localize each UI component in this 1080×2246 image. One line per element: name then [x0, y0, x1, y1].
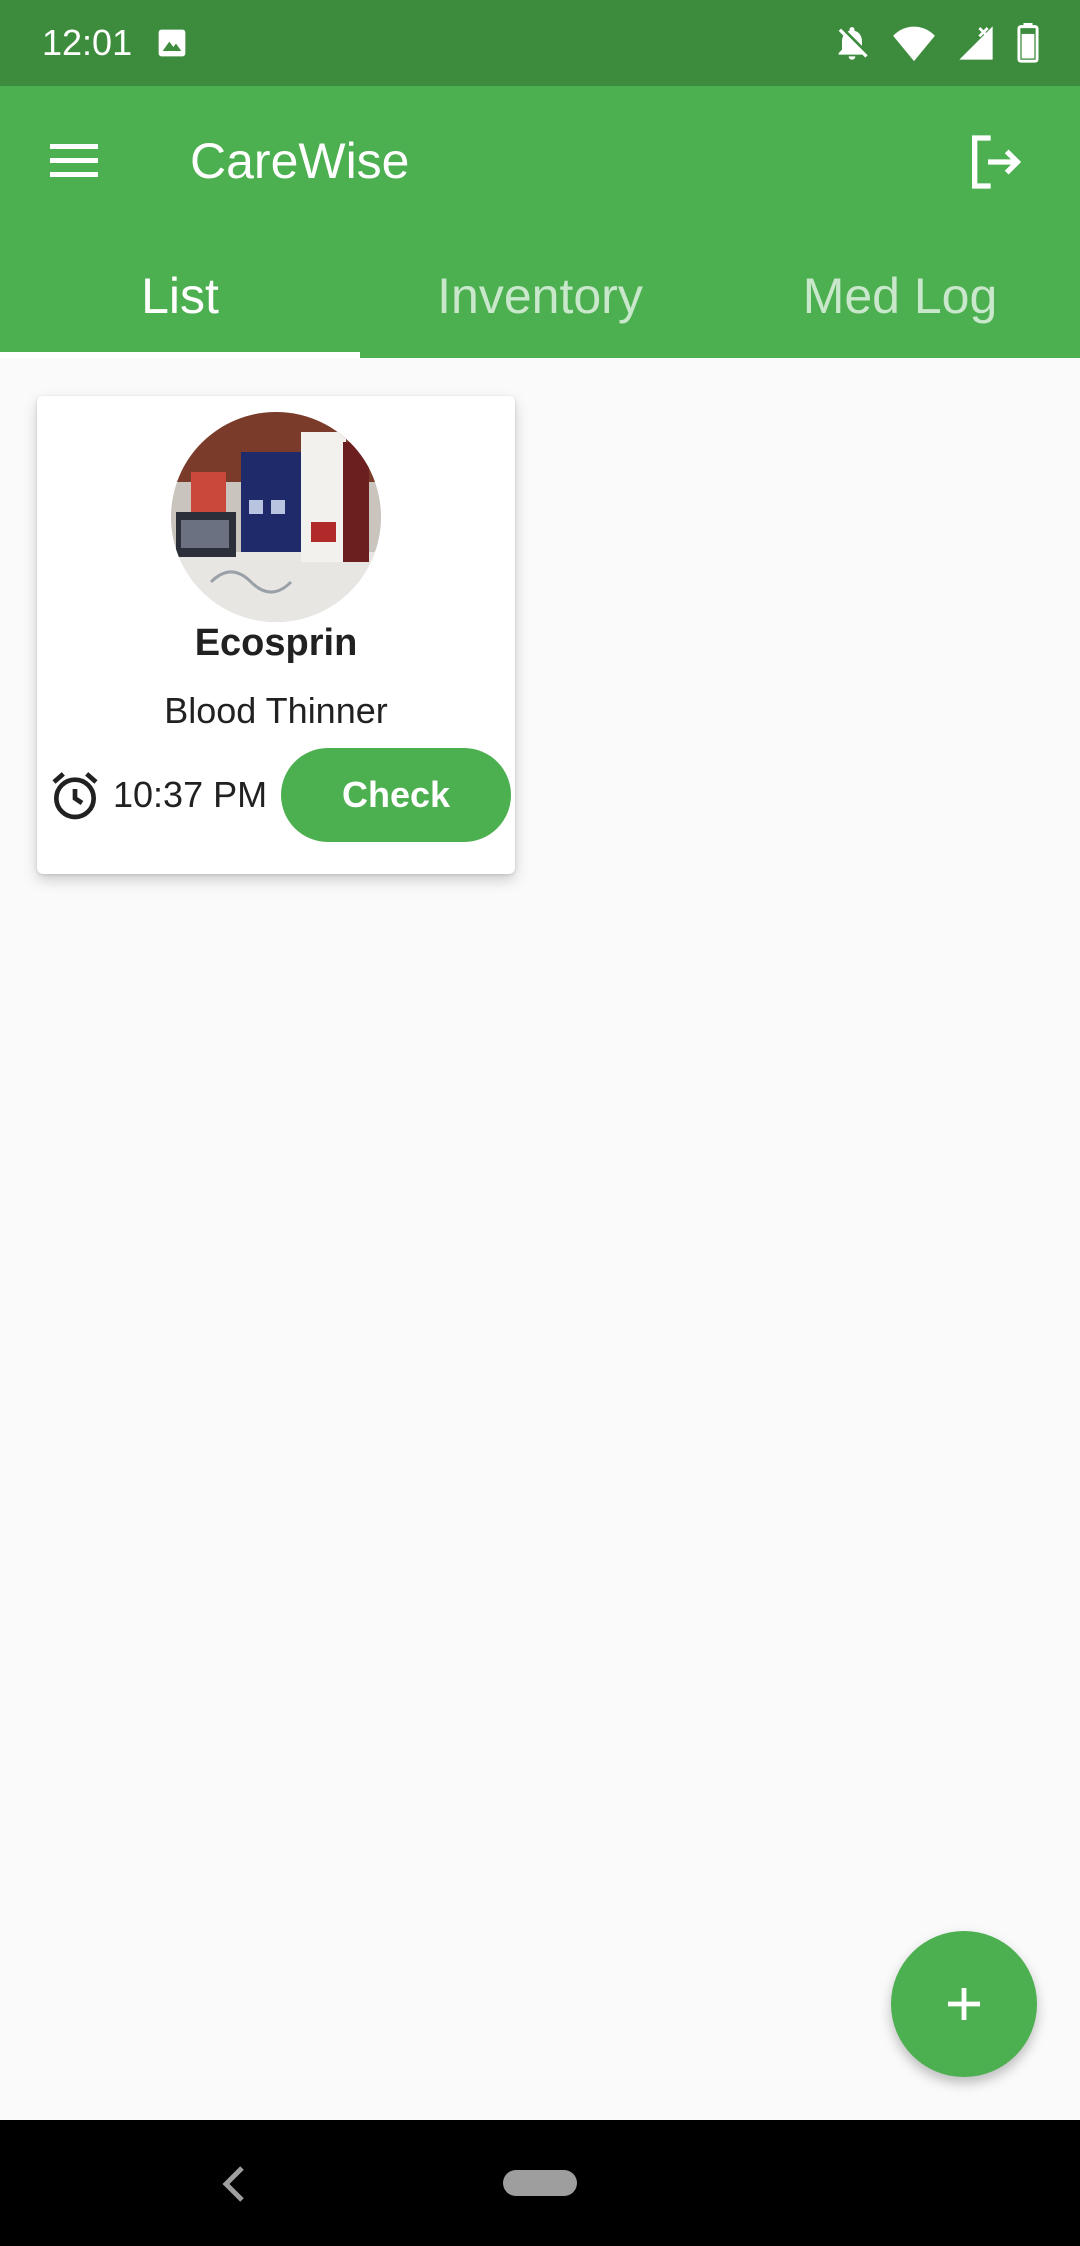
home-pill[interactable]: [503, 2170, 577, 2196]
image-notification-icon: [158, 29, 186, 57]
logout-button[interactable]: [964, 130, 1028, 194]
logout-icon: [972, 135, 1022, 189]
wifi-icon: [893, 26, 935, 62]
medication-image: [171, 412, 381, 622]
system-navigation-bar: [0, 2120, 1080, 2246]
tab-list[interactable]: List: [0, 234, 360, 358]
medication-card[interactable]: Ecosprin Blood Thinner 10:37 PM Check: [37, 396, 515, 874]
menu-button[interactable]: [44, 134, 104, 186]
tab-med-log[interactable]: Med Log: [720, 234, 1080, 358]
alarm-icon: [52, 772, 98, 820]
hamburger-menu-icon: [50, 144, 98, 177]
tab-inventory[interactable]: Inventory: [360, 234, 720, 358]
status-left: 12:01: [42, 22, 188, 64]
app-title: CareWise: [190, 133, 410, 189]
status-bar: 12:01: [0, 0, 1080, 86]
battery-icon: [1017, 23, 1039, 63]
back-icon[interactable]: [218, 2162, 248, 2206]
status-time: 12:01: [42, 22, 133, 63]
medication-photo: [171, 412, 381, 622]
status-right: [832, 23, 1040, 63]
toolbar: CareWise: [0, 86, 1080, 234]
add-medication-button[interactable]: [891, 1931, 1037, 2077]
check-button[interactable]: Check: [281, 748, 511, 842]
tab-bar: List Inventory Med Log: [0, 234, 1080, 358]
medication-time: 10:37 PM: [113, 774, 268, 815]
medication-name: Ecosprin: [194, 622, 358, 664]
notifications-off-icon: [838, 27, 868, 60]
plus-icon: [948, 1988, 980, 2020]
cell-signal-icon: [959, 26, 993, 60]
medication-type: Blood Thinner: [164, 690, 388, 731]
app-bar: CareWise List Inventory Med Log: [0, 86, 1080, 358]
